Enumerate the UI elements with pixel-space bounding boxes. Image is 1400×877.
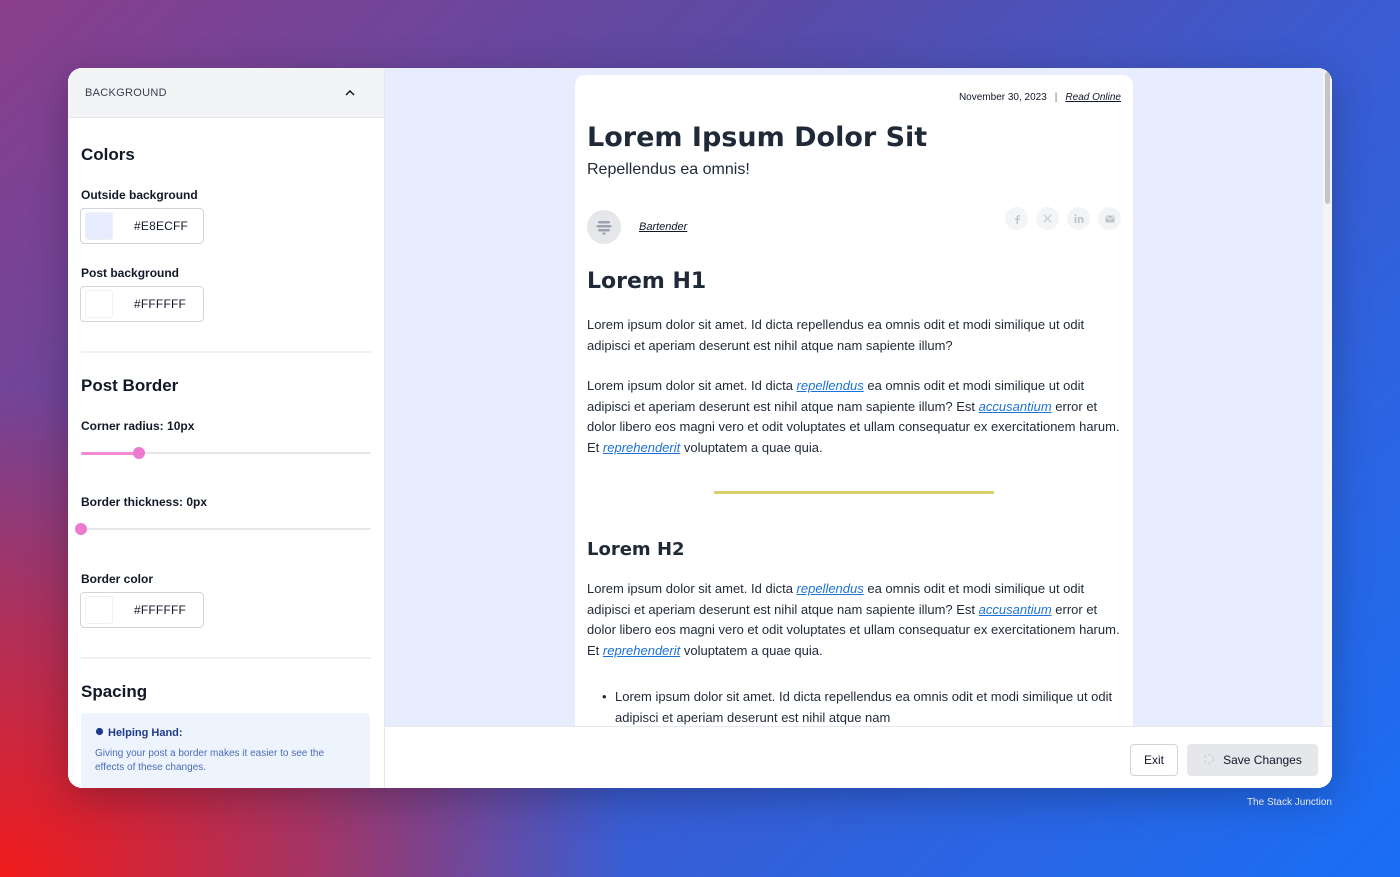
scrollbar-thumb[interactable] — [1325, 72, 1330, 204]
list-item: Lorem ipsum dolor sit amet. Id dicta rep… — [602, 687, 1115, 726]
border-color-picker[interactable]: #FFFFFF — [80, 592, 204, 628]
outside-background-label: Outside background — [81, 188, 198, 202]
meta-separator: | — [1054, 92, 1058, 103]
post-background-picker[interactable]: #FFFFFF — [80, 286, 204, 322]
post-background-swatch[interactable] — [85, 290, 113, 318]
heading-h1: Lorem H1 — [587, 269, 707, 294]
read-online-link[interactable]: Read Online — [1065, 92, 1121, 103]
helping-hand-callout: Helping Hand: Giving your post a border … — [81, 713, 370, 788]
x-icon[interactable] — [1036, 207, 1059, 230]
save-changes-button[interactable]: Save Changes — [1187, 744, 1318, 776]
inline-link[interactable]: accusantium — [979, 399, 1052, 414]
inline-link[interactable]: repellendus — [797, 378, 864, 393]
corner-radius-label: Corner radius: 10px — [81, 419, 195, 433]
slider-thumb[interactable] — [133, 447, 145, 459]
slider-track[interactable] — [81, 528, 371, 530]
border-thickness-label: Border thickness: 0px — [81, 495, 208, 509]
linkedin-icon[interactable] — [1067, 207, 1090, 230]
editor-footer: Exit Save Changes — [385, 726, 1332, 788]
watermark-credit: The Stack Junction — [1246, 797, 1332, 808]
spacing-heading: Spacing — [81, 682, 148, 701]
paragraph-1: Lorem ipsum dolor sit amet. Id dicta rep… — [587, 317, 1085, 353]
text-run: voluptatem a quae quia. — [680, 439, 823, 455]
post-background-label: Post background — [81, 266, 180, 280]
post-background-value[interactable]: #FFFFFF — [134, 297, 186, 311]
exit-button[interactable]: Exit — [1130, 744, 1178, 776]
inline-link[interactable]: accusantium — [979, 602, 1052, 617]
post-preview: November 30, 2023 | Read Online Lorem Ip… — [385, 68, 1323, 726]
chevron-up-icon[interactable] — [343, 86, 357, 100]
inline-link[interactable]: repellendus — [797, 581, 864, 596]
inline-link[interactable]: reprehenderit — [603, 643, 680, 658]
heading-h2: Lorem H2 — [587, 539, 685, 560]
beehive-icon — [596, 221, 612, 235]
section-divider — [81, 351, 371, 353]
post-title: Lorem Ipsum Dolor Sit — [587, 122, 928, 153]
border-thickness-slider[interactable] — [75, 523, 371, 535]
post-subtitle: Repellendus ea omnis! — [587, 161, 750, 178]
preview-scrollbar[interactable] — [1323, 68, 1332, 726]
border-color-value[interactable]: #FFFFFF — [134, 603, 186, 617]
outside-background-value[interactable]: #E8ECFF — [134, 219, 188, 233]
section-divider — [81, 657, 371, 659]
editor-window: BACKGROUND Colors Outside background #E8… — [68, 68, 1332, 788]
post-meta: November 30, 2023 | Read Online — [959, 92, 1121, 103]
border-color-swatch[interactable] — [85, 596, 113, 624]
outside-background-swatch[interactable] — [85, 212, 113, 240]
post-date: November 30, 2023 — [958, 92, 1047, 103]
paragraph-2: Lorem ipsum dolor sit amet. Id dicta rep… — [587, 376, 1123, 458]
outside-background-picker[interactable]: #E8ECFF — [80, 208, 204, 244]
author-row: Bartender — [587, 210, 687, 244]
content-divider — [714, 491, 994, 494]
helper-title-row: Helping Hand: — [95, 727, 183, 739]
spinner-icon — [1203, 753, 1215, 768]
slider-fill — [81, 452, 139, 455]
facebook-icon[interactable] — [1005, 207, 1028, 230]
save-changes-label: Save Changes — [1223, 753, 1302, 767]
settings-sidebar: BACKGROUND Colors Outside background #E8… — [68, 68, 385, 788]
social-share — [1005, 207, 1121, 230]
avatar — [587, 210, 621, 244]
corner-radius-slider[interactable] — [81, 447, 371, 459]
text-run: Lorem ipsum dolor sit amet. Id dicta — [587, 378, 797, 393]
border-color-label: Border color — [81, 572, 154, 586]
text-run: voluptatem a quae quia. — [680, 642, 823, 658]
background-section-header[interactable]: BACKGROUND — [68, 68, 384, 118]
helping-hand-icon — [95, 727, 104, 739]
helper-title: Helping Hand: — [108, 727, 183, 739]
paragraph-3: Lorem ipsum dolor sit amet. Id dicta rep… — [587, 579, 1123, 661]
inline-link[interactable]: reprehenderit — [603, 440, 680, 455]
post-card: November 30, 2023 | Read Online Lorem Ip… — [575, 75, 1133, 726]
mail-icon[interactable] — [1098, 207, 1121, 230]
post-border-heading: Post Border — [81, 376, 179, 395]
slider-thumb[interactable] — [75, 523, 87, 535]
colors-heading: Colors — [81, 145, 135, 164]
author-name-link[interactable]: Bartender — [639, 221, 687, 233]
text-run: Lorem ipsum dolor sit amet. Id dicta — [587, 581, 797, 596]
section-label: BACKGROUND — [85, 86, 167, 99]
helper-text: Giving your post a border makes it easie… — [95, 748, 325, 773]
